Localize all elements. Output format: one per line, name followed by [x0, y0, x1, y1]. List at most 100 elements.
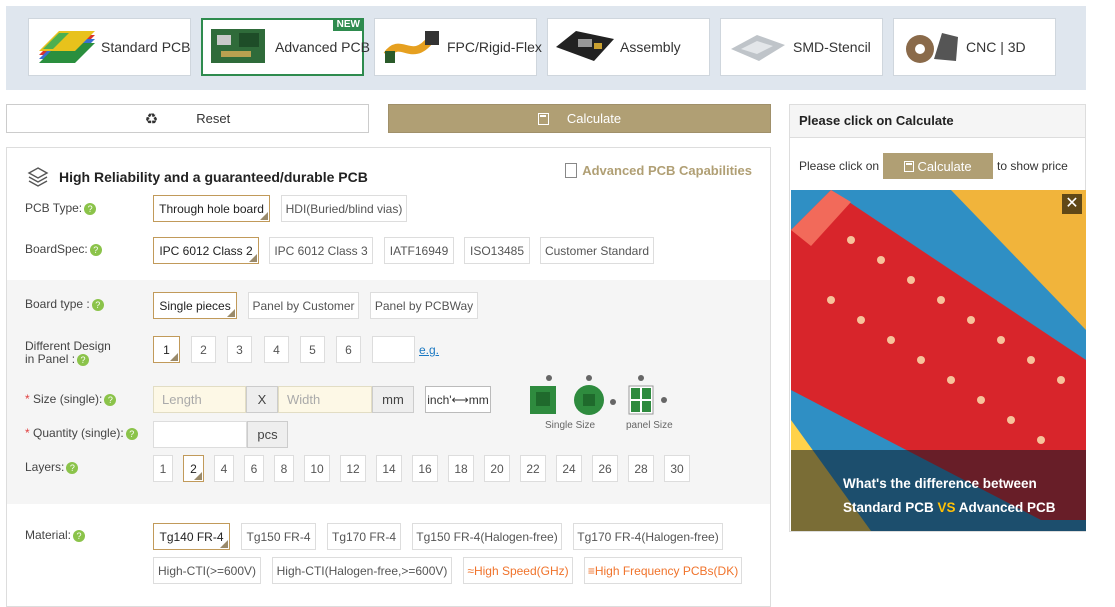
material-high-speed[interactable]: ≈High Speed(GHz) — [463, 557, 573, 584]
layer-option[interactable]: 18 — [448, 455, 474, 482]
board-size-illustration — [530, 375, 667, 415]
form-title: High Reliability and a guaranteed/durabl… — [59, 169, 368, 185]
help-icon[interactable]: ? — [77, 353, 90, 366]
tab-standard-pcb[interactable]: Standard PCB — [28, 18, 191, 76]
layer-option[interactable]: 2 — [183, 455, 204, 482]
diff-design-option[interactable]: 2 — [191, 336, 216, 363]
layer-option[interactable]: 1 — [153, 455, 173, 482]
new-badge: NEW — [332, 18, 364, 31]
pcb-type-hdi[interactable]: HDI(Buried/blind vias) — [281, 195, 407, 222]
material-tg170[interactable]: Tg170 FR-4 — [327, 523, 401, 550]
diff-design-option[interactable]: 1 — [153, 336, 180, 363]
layers-icon — [27, 167, 49, 187]
layer-option[interactable]: 28 — [628, 455, 654, 482]
document-icon — [565, 163, 578, 178]
material-high-cti-halogen-free[interactable]: High-CTI(Halogen-free,>=600V) — [272, 557, 452, 584]
length-input[interactable]: Length — [153, 386, 246, 413]
calculate-button[interactable]: Calculate — [388, 104, 771, 133]
diff-design-option[interactable]: 3 — [227, 336, 252, 363]
board-type-panel-customer[interactable]: Panel by Customer — [248, 292, 359, 319]
board-type-panel-pcbway[interactable]: Panel by PCBWay — [370, 292, 478, 319]
help-icon[interactable]: ? — [73, 529, 86, 542]
reset-label: Reset — [196, 111, 231, 126]
board-spec-iatf16949[interactable]: IATF16949 — [384, 237, 454, 264]
tab-label: SMD-Stencil — [793, 39, 871, 55]
capabilities-label: Advanced PCB Capabilities — [582, 163, 752, 178]
layer-option[interactable]: 24 — [556, 455, 582, 482]
ad-line-1: What's the difference between — [843, 476, 1037, 491]
board-spec-ipc-class2[interactable]: IPC 6012 Class 2 — [153, 237, 259, 264]
size-unit: mm — [372, 386, 414, 413]
diff-design-input[interactable] — [372, 336, 415, 363]
tab-smd-stencil[interactable]: SMD-Stencil — [720, 18, 883, 76]
board-spec-customer-standard[interactable]: Customer Standard — [540, 237, 654, 264]
reset-button[interactable]: ♻ Reset — [6, 104, 369, 133]
ad-caption: What's the difference between Standard P… — [843, 472, 1056, 520]
layer-option[interactable]: 22 — [520, 455, 546, 482]
tab-cnc-3d[interactable]: CNC | 3D — [893, 18, 1056, 76]
close-icon[interactable]: ✕ — [1062, 194, 1082, 214]
material-tg150-halogen-free[interactable]: Tg150 FR-4(Halogen-free) — [412, 523, 562, 550]
diff-design-option[interactable]: 6 — [336, 336, 361, 363]
pcb-type-through-hole[interactable]: Through hole board — [153, 195, 270, 222]
layer-option[interactable]: 6 — [244, 455, 264, 482]
sidebar-calculate-button[interactable]: Calculate — [883, 153, 994, 179]
help-icon[interactable]: ? — [91, 298, 104, 311]
size-separator: X — [246, 386, 278, 413]
tab-label: Standard PCB — [101, 39, 191, 55]
prompt-prefix: Please click on — [799, 159, 880, 173]
layer-option[interactable]: 12 — [340, 455, 366, 482]
quantity-label: * Quantity (single):? — [25, 427, 138, 440]
single-size-caption: Single Size — [545, 420, 596, 431]
quote-form: High Reliability and a guaranteed/durabl… — [6, 147, 771, 607]
layer-option[interactable]: 10 — [304, 455, 330, 482]
board-type-label: Board type :? — [25, 298, 104, 311]
capabilities-link[interactable]: Advanced PCB Capabilities — [565, 163, 752, 178]
width-input[interactable]: Width — [278, 386, 372, 413]
tab-label: CNC | 3D — [966, 39, 1026, 55]
pcb-type-label: PCB Type:? — [25, 202, 97, 215]
quantity-input[interactable] — [153, 421, 247, 448]
help-icon[interactable]: ? — [104, 393, 117, 406]
quantity-unit: pcs — [247, 421, 288, 448]
board-spec-ipc-class3[interactable]: IPC 6012 Class 3 — [269, 237, 373, 264]
unit-toggle-button[interactable]: inch'⟷mm — [425, 386, 491, 413]
tab-fpc-rigid-flex[interactable]: FPC/Rigid-Flex — [374, 18, 542, 76]
tab-advanced-pcb[interactable]: NEW Advanced PCB — [201, 18, 370, 76]
stencil-thumbnail — [727, 25, 789, 69]
prompt-suffix: to show price — [997, 159, 1068, 173]
layer-option[interactable]: 26 — [592, 455, 618, 482]
help-icon[interactable]: ? — [89, 243, 102, 256]
ad-line-2: Standard PCB VS Advanced PCB — [843, 500, 1056, 515]
recycle-icon: ♻ — [144, 110, 159, 128]
tab-assembly[interactable]: Assembly — [547, 18, 710, 76]
price-sidebar: Please click on Calculate Please click o… — [789, 104, 1086, 532]
material-tg140[interactable]: Tg140 FR-4 — [153, 523, 230, 550]
material-tg170-halogen-free[interactable]: Tg170 FR-4(Halogen-free) — [573, 523, 723, 550]
diff-design-option[interactable]: 4 — [264, 336, 289, 363]
layer-option[interactable]: 14 — [376, 455, 402, 482]
diff-design-option[interactable]: 5 — [300, 336, 325, 363]
layer-option[interactable]: 30 — [664, 455, 690, 482]
material-tg150[interactable]: Tg150 FR-4 — [241, 523, 316, 550]
material-high-cti[interactable]: High-CTI(>=600V) — [153, 557, 261, 584]
layer-option[interactable]: 8 — [274, 455, 294, 482]
help-icon[interactable]: ? — [125, 427, 138, 440]
board-spec-label: BoardSpec:? — [25, 243, 102, 256]
standard-pcb-thumbnail — [35, 25, 97, 69]
layer-option[interactable]: 4 — [214, 455, 234, 482]
ad-banner[interactable]: ✕ What's the difference between Standard… — [791, 190, 1086, 531]
help-icon[interactable]: ? — [84, 202, 97, 215]
tab-label: FPC/Rigid-Flex — [447, 39, 542, 55]
layer-option[interactable]: 20 — [484, 455, 510, 482]
board-spec-iso13485[interactable]: ISO13485 — [464, 237, 530, 264]
advanced-pcb-thumbnail — [209, 25, 271, 69]
example-link[interactable]: e.g. — [419, 343, 439, 357]
material-high-frequency[interactable]: ≡High Frequency PCBs(DK) — [584, 557, 742, 584]
board-type-single[interactable]: Single pieces — [153, 292, 237, 319]
panel-size-caption: panel Size — [626, 420, 673, 431]
form-heading: High Reliability and a guaranteed/durabl… — [27, 166, 368, 188]
help-icon[interactable]: ? — [66, 461, 79, 474]
tab-label: Assembly — [620, 39, 681, 55]
layer-option[interactable]: 16 — [412, 455, 438, 482]
